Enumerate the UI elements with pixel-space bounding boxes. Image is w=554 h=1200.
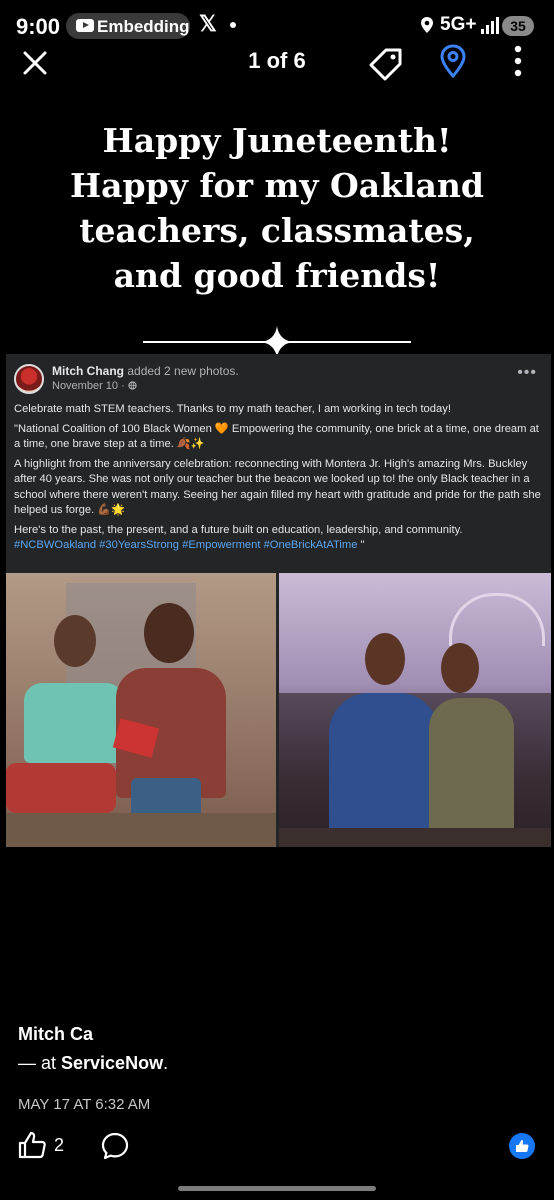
- tag-icon[interactable]: [368, 46, 404, 82]
- post-header: Mitch Chang added 2 new photos.: [52, 364, 239, 378]
- x-logo-icon: 𝕏: [199, 11, 217, 36]
- post-paragraph: Celebrate math STEM teachers. Thanks to …: [14, 403, 451, 415]
- check-in-line: — at ServiceNow.: [18, 1053, 169, 1073]
- post-author[interactable]: Mitch Ca: [18, 1024, 93, 1045]
- signal-icon: [481, 17, 499, 34]
- post-author-name: Mitch Chang: [52, 364, 124, 378]
- post-timestamp: MAY 17 AT 6:32 AM: [18, 1096, 151, 1113]
- headline-line-2: Happy for my Oakland: [69, 166, 484, 205]
- post-paragraph: A highlight from the anniversary celebra…: [14, 457, 541, 517]
- more-options-icon[interactable]: [513, 44, 523, 78]
- event-photo: [279, 573, 551, 847]
- vintage-photo: [6, 573, 276, 847]
- headline-line-1: Happy Juneteenth!: [102, 121, 452, 160]
- post-paragraph-last: Here's to the past, the present, and a f…: [14, 523, 463, 552]
- photo-headline: Happy Juneteenth! Happy for my Oakland t…: [0, 118, 554, 298]
- location-icon: [421, 17, 433, 33]
- location-pin-icon[interactable]: [440, 44, 466, 78]
- battery-indicator: 35: [502, 16, 534, 36]
- embedded-post-screenshot: Mitch Chang added 2 new photos. November…: [6, 354, 551, 847]
- post-paragraph: "National Coalition of 100 Black Women 🧡…: [14, 422, 539, 451]
- avatar: [14, 364, 44, 394]
- thumbs-up-icon: [516, 1140, 529, 1152]
- like-count: 2: [54, 1135, 65, 1155]
- post-more-icon: •••: [517, 364, 537, 381]
- youtube-icon: [76, 19, 94, 32]
- photo-counter: 1 of 6: [248, 48, 306, 73]
- globe-icon: [128, 381, 137, 390]
- like-button-icon[interactable]: [17, 1130, 47, 1160]
- headline-line-3: teachers, classmates,: [79, 211, 475, 250]
- notification-dot-icon: [230, 22, 236, 28]
- notification-pill[interactable]: Embedding: [66, 13, 190, 39]
- post-action-text: added 2 new photos.: [127, 364, 239, 378]
- like-reaction-badge[interactable]: [509, 1133, 535, 1159]
- home-indicator[interactable]: [178, 1186, 376, 1191]
- notification-pill-label: Embedding: [97, 17, 190, 36]
- photo-viewer-toolbar: 1 of 6: [0, 40, 554, 84]
- headline-line-4: and good friends!: [113, 256, 441, 295]
- post-date: November 10 ·: [52, 380, 137, 392]
- post-hashtags: #NCBWOakland #30YearsStrong #Empowerment…: [14, 539, 358, 551]
- clock: 9:00: [16, 14, 61, 39]
- network-type: 5G+: [440, 14, 477, 35]
- check-in-place[interactable]: ServiceNow: [61, 1053, 163, 1073]
- post-body: Celebrate math STEM teachers. Thanks to …: [14, 402, 544, 558]
- comment-button-icon[interactable]: [100, 1131, 130, 1161]
